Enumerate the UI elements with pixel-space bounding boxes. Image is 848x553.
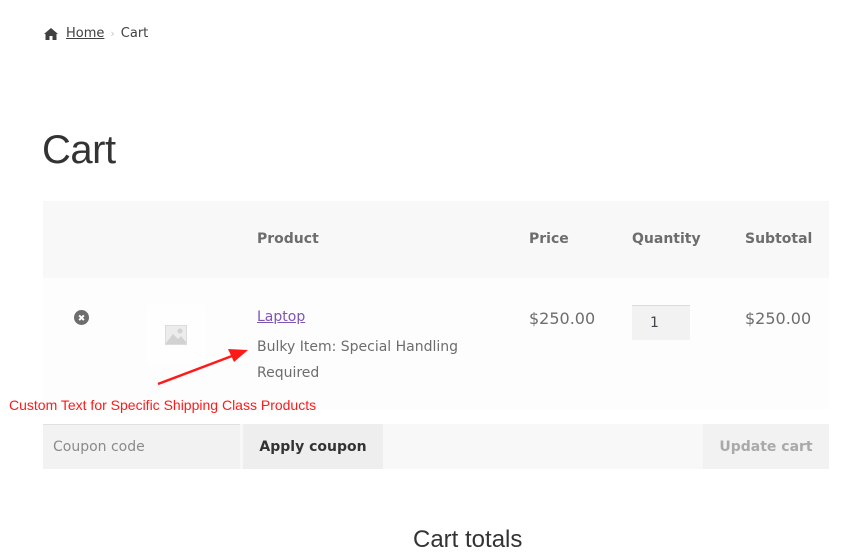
image-placeholder-icon	[165, 325, 187, 345]
annotation-label: Custom Text for Specific Shipping Class …	[9, 397, 317, 413]
shipping-class-note: Bulky Item: Special Handling Required	[257, 339, 459, 381]
breadcrumb-separator: ›	[110, 27, 115, 40]
close-circle-icon: ✖	[77, 314, 86, 324]
update-cart-button[interactable]: Update cart	[703, 424, 829, 469]
cart-actions: Apply coupon Update cart	[43, 424, 829, 469]
home-icon	[44, 27, 58, 40]
product-link[interactable]: Laptop	[257, 309, 305, 325]
page-title: Cart	[42, 128, 116, 172]
quantity-input[interactable]	[632, 305, 690, 340]
remove-item-button[interactable]: ✖	[74, 310, 89, 325]
cart-item: ✖ Laptop Bulky Item: Special Handling Re…	[43, 201, 829, 409]
breadcrumb-home-link[interactable]: Home	[66, 26, 104, 41]
cart-totals-title: Cart totals	[413, 526, 523, 553]
item-price: $250.00	[529, 309, 596, 328]
product-thumbnail[interactable]	[146, 305, 206, 365]
apply-coupon-button[interactable]: Apply coupon	[243, 424, 383, 469]
item-subtotal: $250.00	[745, 309, 812, 328]
breadcrumb-current: Cart	[120, 26, 149, 41]
breadcrumb: Home › Cart	[43, 26, 148, 41]
coupon-code-input[interactable]	[43, 424, 240, 469]
